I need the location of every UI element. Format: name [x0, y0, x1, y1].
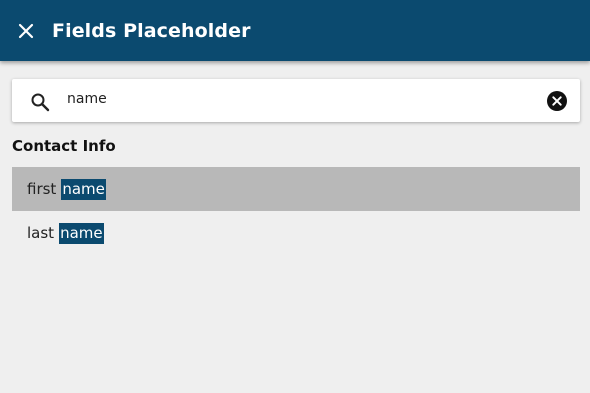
- list-item-text: last name: [27, 222, 104, 244]
- list-item-text: first name: [27, 178, 106, 200]
- list-item-prefix: first: [27, 180, 57, 198]
- close-button[interactable]: [13, 18, 39, 44]
- section-title: Contact Info: [12, 137, 116, 155]
- search-bar: [12, 79, 580, 122]
- search-icon: [31, 93, 50, 112]
- page-title: Fields Placeholder: [52, 19, 251, 42]
- clear-circle-icon[interactable]: [546, 90, 568, 112]
- close-icon: [18, 23, 34, 38]
- list-item[interactable]: last name: [12, 211, 580, 255]
- app-header: Fields Placeholder: [0, 0, 590, 61]
- search-input[interactable]: [67, 88, 527, 110]
- search-match-highlight: name: [61, 178, 106, 200]
- search-match-highlight: name: [59, 222, 104, 244]
- list-item[interactable]: first name: [12, 167, 580, 211]
- list-item-prefix: last: [27, 224, 55, 242]
